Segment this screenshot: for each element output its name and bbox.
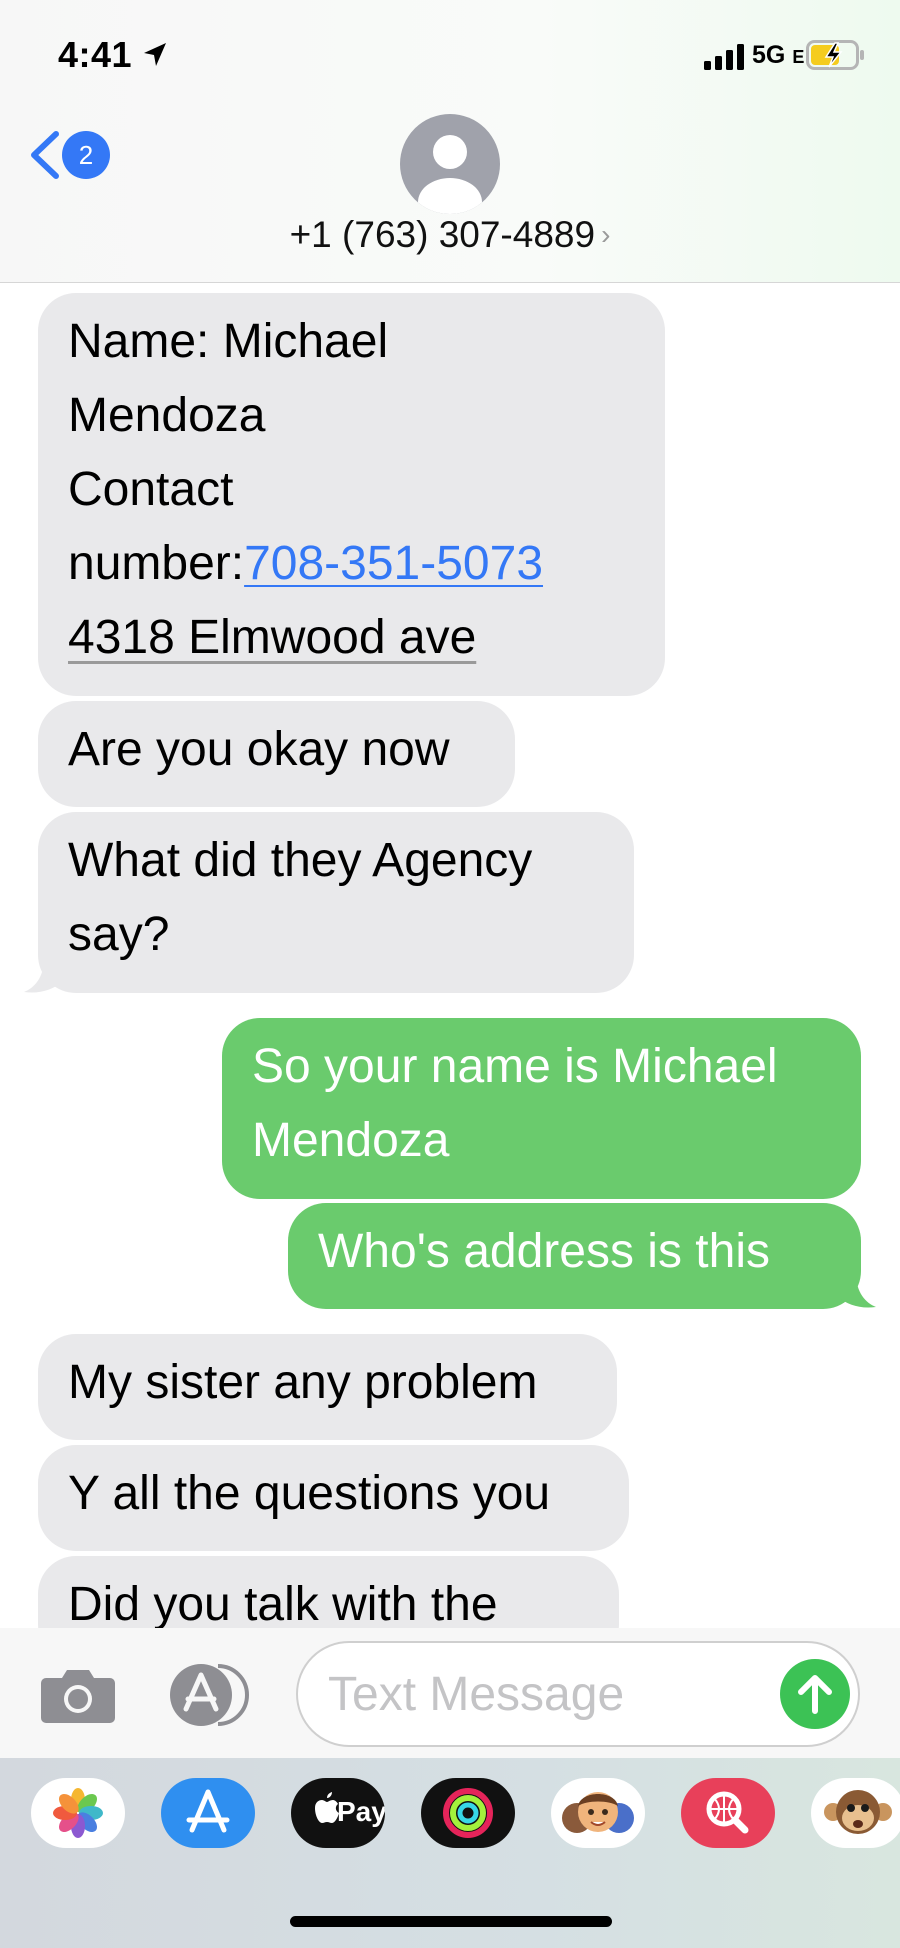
- outgoing-message[interactable]: So your name is Michael Mendoza: [222, 1018, 861, 1199]
- incoming-message[interactable]: Did you talk with the: [38, 1556, 619, 1628]
- incoming-message[interactable]: Are you okay now: [38, 701, 515, 807]
- cellular-signal-icon: [704, 44, 744, 70]
- web-search-icon[interactable]: [681, 1778, 775, 1848]
- camera-icon[interactable]: [40, 1666, 116, 1724]
- send-button[interactable]: [780, 1659, 850, 1729]
- back-button[interactable]: 2: [26, 128, 116, 182]
- unread-badge: 2: [62, 131, 110, 179]
- incoming-message[interactable]: Y all the questions you: [38, 1445, 629, 1551]
- person-silhouette-icon: [418, 135, 482, 214]
- contact-avatar[interactable]: [400, 114, 500, 214]
- animoji-monkey-icon[interactable]: [811, 1778, 900, 1848]
- bubble-tail: [24, 958, 62, 993]
- app-store-icon[interactable]: [161, 1778, 255, 1848]
- incoming-message[interactable]: Name: Michael Mendoza Contact number:708…: [38, 293, 665, 696]
- chevron-right-icon: ›: [601, 219, 611, 250]
- activity-icon[interactable]: [421, 1778, 515, 1848]
- battery-charging-icon: [806, 40, 864, 70]
- contact-name[interactable]: +1 (763) 307-4889 ›: [0, 214, 900, 256]
- apple-pay-icon[interactable]: Pay: [291, 1778, 385, 1848]
- arrow-up-icon: [798, 1675, 832, 1714]
- address-link[interactable]: 4318 Elmwood ave: [68, 611, 476, 664]
- message-placeholder: Text Message: [328, 1668, 625, 1721]
- home-indicator[interactable]: [290, 1916, 612, 1927]
- message-input[interactable]: Text Message: [296, 1641, 860, 1747]
- network-type: 5G E: [752, 41, 805, 69]
- incoming-message[interactable]: What did they Agency say?: [38, 812, 634, 993]
- apple-pay-label: Pay: [337, 1796, 385, 1827]
- photos-icon[interactable]: [31, 1778, 125, 1848]
- app-store-button-icon[interactable]: [168, 1662, 254, 1728]
- outgoing-message[interactable]: Who's address is this: [288, 1203, 861, 1309]
- bubble-tail: [838, 1273, 876, 1308]
- location-arrow-icon: [144, 43, 166, 66]
- phone-number-link[interactable]: 708-351-5073: [244, 537, 543, 590]
- message-thread[interactable]: Name: Michael Mendoza Contact number:708…: [0, 283, 900, 1628]
- status-time: 4:41: [58, 34, 133, 75]
- chevron-left-icon: [31, 131, 59, 179]
- memoji-icon[interactable]: [551, 1778, 645, 1848]
- incoming-message[interactable]: My sister any problem: [38, 1334, 617, 1440]
